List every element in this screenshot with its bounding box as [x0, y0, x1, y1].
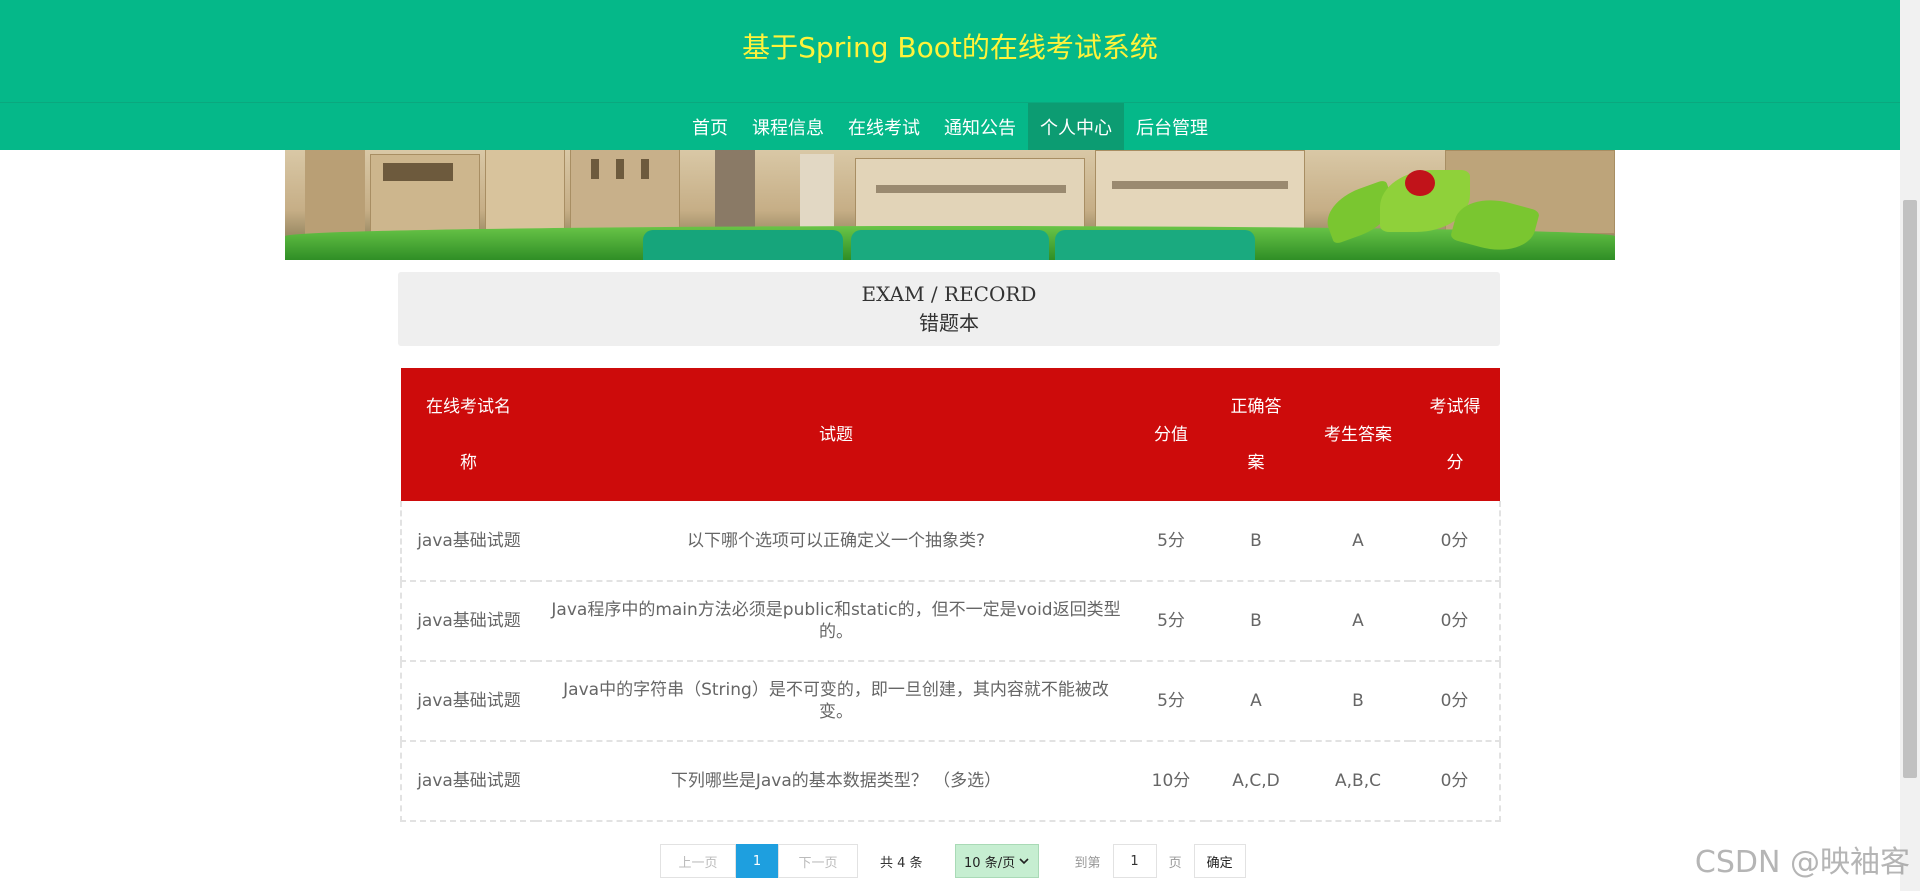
- nav-home[interactable]: 首页: [680, 103, 740, 150]
- cell-score-value: 10分: [1136, 741, 1206, 822]
- cell-correct-answer: A: [1206, 661, 1306, 742]
- cell-exam-score: 0分: [1410, 741, 1501, 822]
- section-heading-en: EXAM / RECORD: [861, 282, 1037, 306]
- cell-student-answer: A,B,C: [1306, 741, 1410, 822]
- pagination: 上一页 1 下一页 共 4 条 10 条/页 到第 1 页 确定: [660, 844, 1246, 878]
- cell-question: Java中的字符串（String）是不可变的，即一旦创建，其内容就不能被改变。: [536, 661, 1136, 742]
- banner-building: [305, 150, 365, 234]
- cell-score-value: 5分: [1136, 581, 1206, 662]
- banner-building: [370, 154, 480, 234]
- prev-page-button[interactable]: 上一页: [660, 844, 736, 878]
- column-header-score-value: 分值: [1136, 368, 1206, 501]
- cell-student-answer: A: [1306, 501, 1410, 582]
- cell-score-value: 5分: [1136, 501, 1206, 582]
- banner-building: [485, 150, 565, 234]
- banner-tab: [643, 230, 843, 260]
- banner-image: [285, 150, 1615, 260]
- table-row: java基础试题 下列哪些是Java的基本数据类型？ （多选） 10分 A,C,…: [400, 741, 1501, 822]
- section-heading-cn: 错题本: [919, 311, 979, 335]
- banner-building: [1095, 150, 1305, 234]
- cell-exam-name: java基础试题: [400, 501, 536, 582]
- section-heading: EXAM / RECORD 错题本: [398, 272, 1500, 346]
- cell-student-answer: B: [1306, 661, 1410, 742]
- column-header-question: 试题: [536, 368, 1136, 501]
- next-page-button[interactable]: 下一页: [778, 844, 858, 878]
- page: 基于Spring Boot的在线考试系统 首页 课程信息 在线考试 通知公告 个…: [0, 0, 1920, 891]
- table-row: java基础试题 Java程序中的main方法必须是public和static的…: [400, 581, 1501, 662]
- cell-exam-name: java基础试题: [400, 581, 536, 662]
- cell-question: 下列哪些是Java的基本数据类型？ （多选）: [536, 741, 1136, 822]
- page-number-1[interactable]: 1: [736, 844, 778, 878]
- vertical-scrollbar[interactable]: [1900, 0, 1920, 891]
- banner-tower: [715, 150, 755, 234]
- column-header-correct-answer: 正确答案: [1206, 368, 1306, 501]
- cell-exam-score: 0分: [1410, 501, 1501, 582]
- main-nav: 首页 课程信息 在线考试 通知公告 个人中心 后台管理: [0, 102, 1900, 150]
- cell-question: 以下哪个选项可以正确定义一个抽象类?: [536, 501, 1136, 582]
- table-header-row: 在线考试名称 试题 分值 正确答案 考生答案 考试得分: [401, 368, 1500, 501]
- page-size-select[interactable]: 10 条/页: [954, 844, 1039, 878]
- cell-exam-score: 0分: [1410, 661, 1501, 742]
- cell-correct-answer: B: [1206, 581, 1306, 662]
- cell-correct-answer: B: [1206, 501, 1306, 582]
- cell-score-value: 5分: [1136, 661, 1206, 742]
- banner-tab: [851, 230, 1049, 260]
- cell-correct-answer: A,C,D: [1206, 741, 1306, 822]
- site-header: 基于Spring Boot的在线考试系统: [0, 0, 1900, 102]
- nav-online-exam[interactable]: 在线考试: [836, 103, 932, 150]
- nav-personal-center[interactable]: 个人中心: [1028, 103, 1124, 150]
- column-header-exam-score: 考试得分: [1410, 368, 1500, 501]
- banner-building: [570, 150, 680, 234]
- column-header-exam-name: 在线考试名称: [401, 368, 536, 501]
- nav-admin[interactable]: 后台管理: [1124, 103, 1220, 150]
- cell-exam-name: java基础试题: [400, 741, 536, 822]
- banner-building: [855, 158, 1085, 234]
- nav-course-info[interactable]: 课程信息: [740, 103, 836, 150]
- nav-notice[interactable]: 通知公告: [932, 103, 1028, 150]
- banner-tower: [800, 154, 834, 234]
- column-header-student-answer: 考生答案: [1306, 368, 1410, 501]
- cell-exam-score: 0分: [1410, 581, 1501, 662]
- scrollbar-thumb[interactable]: [1903, 200, 1917, 778]
- goto-label: 到第: [1074, 855, 1101, 871]
- cell-student-answer: A: [1306, 581, 1410, 662]
- cell-question: Java程序中的main方法必须是public和static的，但不一定是voi…: [536, 581, 1136, 662]
- ladybug-icon: [1405, 170, 1435, 196]
- goto-confirm-button[interactable]: 确定: [1193, 844, 1246, 878]
- chevron-down-icon: [1019, 858, 1029, 865]
- total-count: 共 4 条: [880, 855, 923, 871]
- site-title: 基于Spring Boot的在线考试系统: [742, 31, 1158, 64]
- banner-tab: [1055, 230, 1255, 260]
- watermark: CSDN @映袖客: [1694, 845, 1910, 880]
- cell-exam-name: java基础试题: [400, 661, 536, 742]
- table-row: java基础试题 Java中的字符串（String）是不可变的，即一旦创建，其内…: [400, 661, 1501, 742]
- page-unit-label: 页: [1168, 855, 1182, 871]
- page-size-value: 10 条/页: [964, 855, 1016, 871]
- wrong-answer-table: 在线考试名称 试题 分值 正确答案 考生答案 考试得分 java基础试题 以下哪…: [400, 368, 1501, 822]
- table-row: java基础试题 以下哪个选项可以正确定义一个抽象类? 5分 B A 0分: [400, 501, 1501, 582]
- goto-page-input[interactable]: 1: [1112, 844, 1157, 878]
